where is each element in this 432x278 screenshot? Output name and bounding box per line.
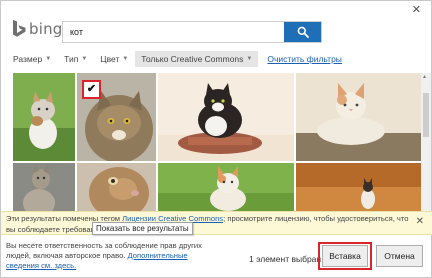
search-icon (297, 26, 309, 38)
filter-type[interactable]: Тип ▼ (64, 51, 87, 67)
results-scrollbar[interactable]: ▲ (421, 73, 431, 211)
show-all-results-tooltip[interactable]: Показать все результаты (92, 222, 193, 235)
image-select-checkbox[interactable]: ✔ (82, 80, 101, 99)
clear-filters-link[interactable]: Очистить фильтры (267, 54, 342, 64)
image-result[interactable] (296, 163, 421, 211)
bing-wordmark: bing (29, 20, 63, 38)
image-result[interactable] (158, 73, 294, 161)
insert-picture-dialog: ✕ bing Размер▼ Тип▼ Цвет▼ Только Creativ… (0, 0, 432, 278)
dialog-close-button[interactable]: ✕ (412, 5, 421, 16)
filter-color[interactable]: Цвет ▼ (100, 51, 128, 67)
bing-logo: bing (12, 20, 63, 38)
selection-count: 1 элемент выбран. (249, 254, 324, 264)
image-results-grid: ✔ (13, 73, 421, 211)
creative-commons-notice: Эти результаты помечены тегом Лицензии C… (1, 211, 432, 235)
filter-size-label: Размер (13, 54, 43, 64)
filter-license[interactable]: Только Creative Commons ▼ (135, 51, 259, 67)
chevron-down-icon: ▼ (45, 56, 52, 62)
image-result[interactable] (13, 163, 75, 211)
chevron-down-icon: ▼ (122, 56, 129, 62)
filter-license-label: Только Creative Commons (141, 54, 244, 64)
image-result[interactable] (77, 163, 156, 211)
bing-b-icon (13, 20, 26, 37)
image-result[interactable] (158, 163, 294, 211)
scroll-thumb[interactable] (423, 93, 429, 137)
image-result[interactable] (296, 73, 421, 161)
chevron-down-icon: ▼ (246, 56, 253, 62)
filter-bar: Размер ▼ Тип ▼ Цвет ▼ Только Creative Commo… (13, 51, 342, 67)
footer-disclaimer: Вы несете ответственность за соблюдение … (6, 241, 206, 271)
filter-size[interactable]: Размер ▼ (13, 51, 51, 67)
image-result[interactable] (13, 73, 75, 161)
search-button[interactable] (284, 22, 321, 42)
chevron-down-icon: ▼ (81, 56, 88, 62)
filter-type-label: Тип (64, 54, 79, 64)
notice-close-button[interactable]: ✕ (416, 216, 424, 227)
insert-button[interactable]: Вставка (322, 245, 368, 267)
filter-color-label: Цвет (100, 54, 120, 64)
search-input[interactable] (63, 22, 285, 42)
cancel-button[interactable]: Отмена (376, 245, 423, 267)
search-box (62, 21, 322, 43)
chevron-up-icon[interactable]: ▲ (422, 74, 427, 80)
